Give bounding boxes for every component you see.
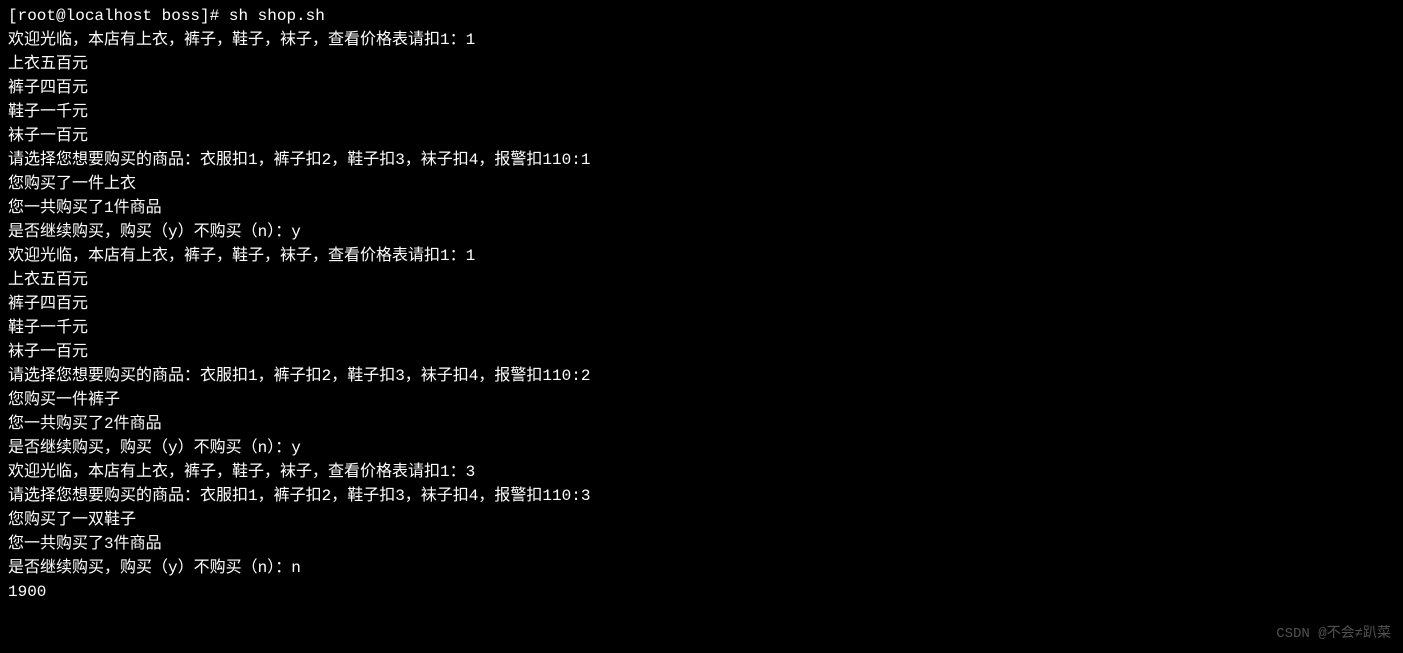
output-line: 请选择您想要购买的商品：衣服扣1，裤子扣2，鞋子扣3，袜子扣4，报警扣110:3 [8, 484, 1395, 508]
output-line: 您购买了一件上衣 [8, 172, 1395, 196]
output-line: 您一共购买了3件商品 [8, 532, 1395, 556]
output-line: 请选择您想要购买的商品：衣服扣1，裤子扣2，鞋子扣3，袜子扣4，报警扣110:1 [8, 148, 1395, 172]
output-line: 是否继续购买，购买（y）不购买（n）：n [8, 556, 1395, 580]
output-line: 袜子一百元 [8, 340, 1395, 364]
output-line: 欢迎光临，本店有上衣，裤子，鞋子，袜子，查看价格表请扣1：1 [8, 28, 1395, 52]
output-line: 是否继续购买，购买（y）不购买（n）：y [8, 436, 1395, 460]
output-line: 裤子四百元 [8, 76, 1395, 100]
output-line: 鞋子一千元 [8, 100, 1395, 124]
watermark-text: CSDN @不会≠趴菜 [1276, 624, 1391, 645]
output-line: 您购买一件裤子 [8, 388, 1395, 412]
output-line: 袜子一百元 [8, 124, 1395, 148]
output-line: 裤子四百元 [8, 292, 1395, 316]
output-line: 您一共购买了1件商品 [8, 196, 1395, 220]
output-line: 是否继续购买，购买（y）不购买（n）：y [8, 220, 1395, 244]
output-line: 您一共购买了2件商品 [8, 412, 1395, 436]
output-line: 欢迎光临，本店有上衣，裤子，鞋子，袜子，查看价格表请扣1：1 [8, 244, 1395, 268]
terminal-output[interactable]: [root@localhost boss]# sh shop.sh 欢迎光临，本… [8, 4, 1395, 604]
output-line: 鞋子一千元 [8, 316, 1395, 340]
output-line: 欢迎光临，本店有上衣，裤子，鞋子，袜子，查看价格表请扣1：3 [8, 460, 1395, 484]
command-text: sh shop.sh [229, 7, 325, 25]
output-line: 1900 [8, 580, 1395, 604]
shell-prompt: [root@localhost boss]# [8, 7, 229, 25]
output-line: 上衣五百元 [8, 52, 1395, 76]
output-line: 上衣五百元 [8, 268, 1395, 292]
command-line: [root@localhost boss]# sh shop.sh [8, 4, 1395, 28]
output-line: 您购买了一双鞋子 [8, 508, 1395, 532]
output-line: 请选择您想要购买的商品：衣服扣1，裤子扣2，鞋子扣3，袜子扣4，报警扣110:2 [8, 364, 1395, 388]
